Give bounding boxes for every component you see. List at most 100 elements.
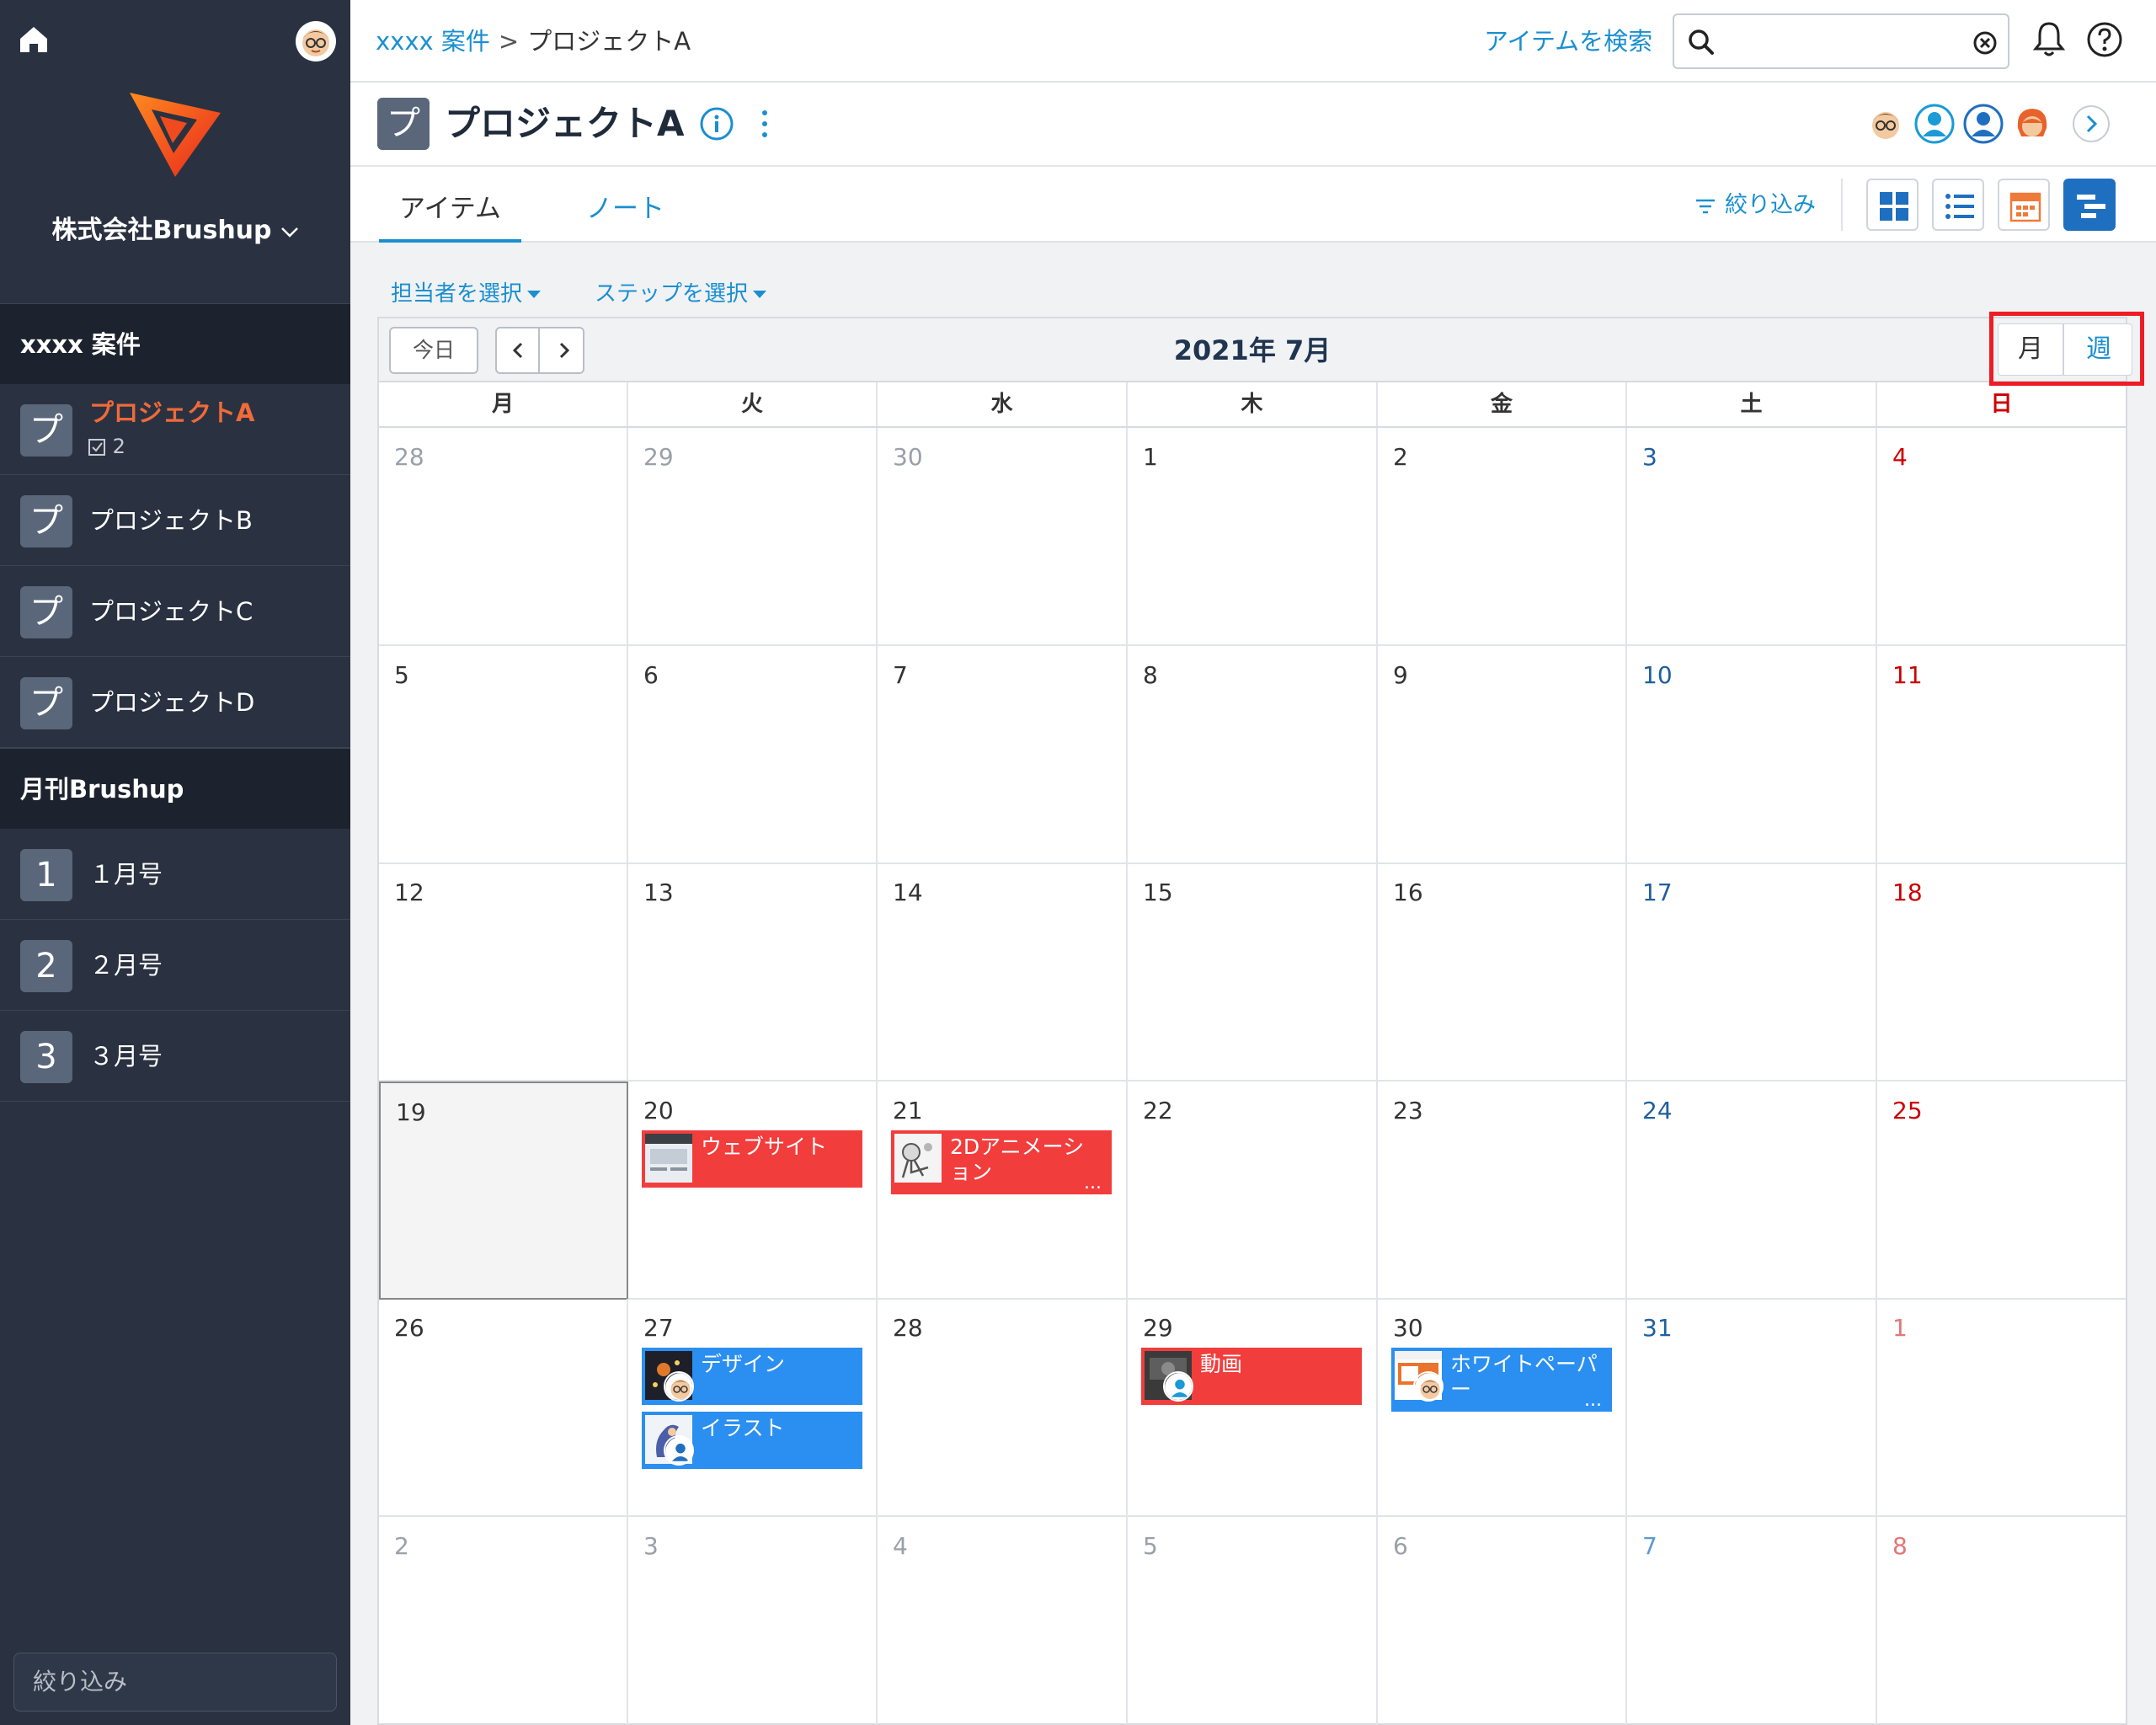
issue-badge: 1 (20, 849, 72, 901)
calendar-day-cell[interactable]: 30 (878, 428, 1128, 646)
calendar-day-cell[interactable]: 2 (379, 1517, 628, 1725)
sidebar-item-february[interactable]: 2 ２月号 (0, 920, 350, 1011)
member-avatar[interactable] (1913, 103, 1956, 145)
calendar-nav (495, 327, 584, 374)
tab-notes[interactable]: ノート (566, 167, 685, 243)
list-view-button[interactable] (1932, 179, 1984, 231)
calendar-day-cell[interactable]: 23 (1378, 1081, 1627, 1300)
calendar-day-cell[interactable]: 7 (1627, 1517, 1877, 1725)
sidebar-item-project-c[interactable]: プ プロジェクトC (0, 566, 350, 657)
calendar-day-cell[interactable]: 29 (628, 428, 878, 646)
next-month-button[interactable] (542, 328, 584, 372)
info-icon[interactable] (699, 106, 734, 142)
sidebar-filter-input[interactable]: 絞り込み (13, 1653, 337, 1712)
day-number: 4 (893, 1532, 908, 1560)
calendar-day-cell[interactable]: 12 (379, 863, 628, 1081)
clear-icon[interactable] (1972, 30, 1998, 56)
more-vertical-icon[interactable] (756, 106, 773, 142)
bell-icon[interactable] (2028, 19, 2070, 61)
calendar-day-cell[interactable]: 16 (1378, 863, 1627, 1081)
calendar-day-cell[interactable]: 7 (878, 646, 1128, 864)
calendar-day-cell[interactable]: 6 (1378, 1517, 1627, 1725)
member-avatar[interactable] (1962, 103, 2004, 145)
calendar-day-cell[interactable]: 4 (1877, 428, 2126, 646)
calendar-day-cell[interactable]: 15 (1128, 863, 1378, 1081)
event-ellipsis: ... (1584, 1390, 1602, 1411)
gantt-view-button[interactable] (2063, 179, 2116, 231)
calendar-day-cell[interactable]: 26 (379, 1299, 628, 1517)
calendar-day-cell[interactable]: 19 (379, 1081, 628, 1300)
calendar-day-cell[interactable]: 2 (1378, 428, 1627, 646)
calendar-day-cell[interactable]: 29 動画 (1128, 1299, 1378, 1517)
calendar-day-cell[interactable]: 4 (878, 1517, 1128, 1725)
calendar-day-cell[interactable]: 8 (1877, 1517, 2126, 1725)
grid-view-button[interactable] (1866, 179, 1919, 231)
filter-button[interactable]: 絞り込み (1694, 167, 1816, 244)
calendar-day-cell[interactable]: 1 (1128, 428, 1378, 646)
day-number: 23 (1393, 1097, 1423, 1124)
breadcrumb-parent[interactable]: xxxx 案件 (376, 27, 490, 56)
day-number: 12 (394, 879, 424, 906)
calendar-day-cell[interactable]: 17 (1627, 863, 1877, 1081)
calendar-day-cell[interactable]: 28 (878, 1299, 1128, 1517)
home-icon[interactable] (15, 20, 52, 57)
calendar-day-cell[interactable]: 3 (628, 1517, 878, 1725)
calendar-day-cell[interactable]: 28 (379, 428, 628, 646)
item-search-link[interactable]: アイテムを検索 (1484, 0, 1652, 83)
calendar-day-cell[interactable]: 24 (1627, 1081, 1877, 1300)
calendar-day-cell[interactable]: 6 (628, 646, 878, 864)
member-avatar[interactable] (2011, 103, 2053, 145)
day-number: 3 (1642, 443, 1657, 471)
calendar-view-button[interactable] (1998, 179, 2050, 231)
project-badge: プ (377, 98, 430, 150)
calendar-day-cell[interactable]: 30 ホワイトペーパー... (1378, 1299, 1627, 1517)
grid-icon (1880, 192, 1908, 221)
step-dropdown[interactable]: ステップを選択 (595, 276, 767, 307)
calendar-day-cell[interactable]: 21 2Dアニメーション... (878, 1081, 1128, 1300)
help-icon[interactable] (2084, 19, 2126, 61)
user-avatar[interactable] (295, 20, 337, 62)
sidebar-item-project-b[interactable]: プ プロジェクトB (0, 475, 350, 566)
sidebar-item-january[interactable]: 1 １月号 (0, 829, 350, 920)
project-header: プ プロジェクトA (350, 83, 2156, 165)
sidebar-section-xxxx[interactable]: xxxx 案件 (0, 303, 350, 384)
calendar-event[interactable]: デザイン (642, 1348, 862, 1405)
calendar-event[interactable]: 動画 (1141, 1348, 1362, 1405)
org-switcher[interactable]: 株式会社Brushup (0, 209, 350, 246)
calendar-day-cell[interactable]: 14 (878, 863, 1128, 1081)
member-avatar[interactable] (1865, 103, 1907, 145)
calendar-day-cell[interactable]: 13 (628, 863, 878, 1081)
tab-items[interactable]: アイテム (379, 167, 521, 243)
day-number: 24 (1642, 1097, 1673, 1124)
sidebar-section-monthly[interactable]: 月刊Brushup (0, 748, 350, 829)
chevron-right-icon[interactable] (2070, 103, 2112, 145)
calendar-day-cell[interactable]: 31 (1627, 1299, 1877, 1517)
assignee-dropdown[interactable]: 担当者を選択 (391, 276, 542, 307)
calendar-day-cell[interactable]: 5 (1128, 1517, 1378, 1725)
day-number: 9 (1393, 661, 1408, 689)
search-input[interactable] (1673, 13, 2009, 69)
calendar-day-cell[interactable]: 5 (379, 646, 628, 864)
today-button[interactable]: 今日 (389, 327, 478, 374)
calendar-day-cell[interactable]: 8 (1128, 646, 1378, 864)
calendar-day-cell[interactable]: 11 (1877, 646, 2126, 864)
calendar-day-cell[interactable]: 18 (1877, 863, 2126, 1081)
calendar-event[interactable]: イラスト (642, 1412, 862, 1469)
calendar-day-cell[interactable]: 3 (1627, 428, 1877, 646)
calendar-day-cell[interactable]: 10 (1627, 646, 1877, 864)
calendar-day-cell[interactable]: 20 ウェブサイト (628, 1081, 878, 1300)
sidebar-item-label: １月号 (89, 860, 163, 889)
calendar-day-cell[interactable]: 1 (1877, 1299, 2126, 1517)
calendar-day-cell[interactable]: 22 (1128, 1081, 1378, 1300)
sidebar-item-project-a[interactable]: プ プロジェクトA 2 (0, 384, 350, 475)
calendar-event[interactable]: ホワイトペーパー... (1391, 1348, 1612, 1412)
calendar-day-cell[interactable]: 25 (1877, 1081, 2126, 1300)
calendar-event[interactable]: ウェブサイト (642, 1130, 862, 1188)
calendar-day-cell[interactable]: 9 (1378, 646, 1627, 864)
sidebar-item-project-d[interactable]: プ プロジェクトD (0, 657, 350, 748)
sidebar-item-march[interactable]: 3 ３月号 (0, 1011, 350, 1102)
calendar-event[interactable]: 2Dアニメーション... (891, 1130, 1112, 1194)
event-title: ウェブサイト (701, 1135, 828, 1159)
calendar-day-cell[interactable]: 27 デザイン イラスト (628, 1299, 878, 1517)
prev-month-button[interactable] (497, 328, 540, 372)
